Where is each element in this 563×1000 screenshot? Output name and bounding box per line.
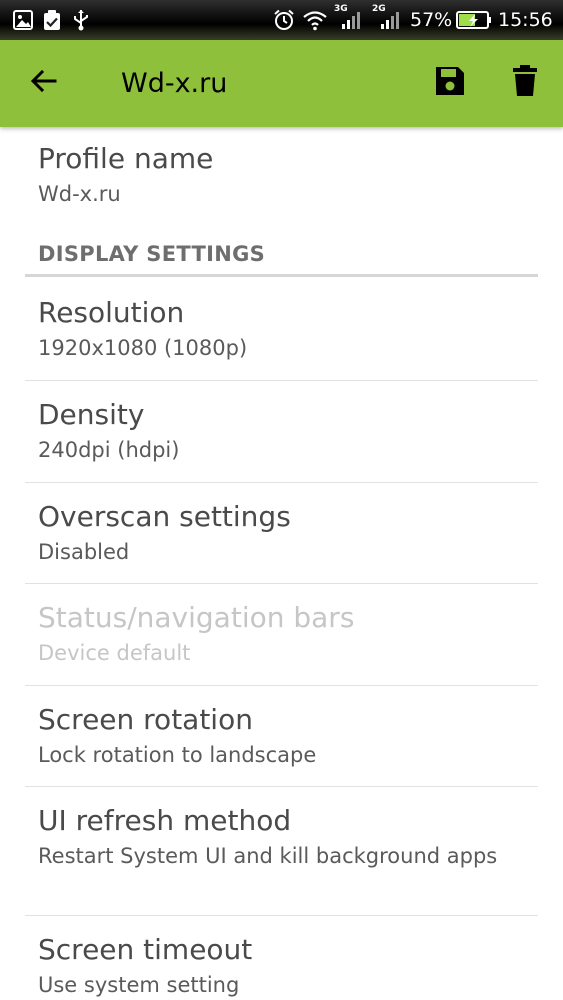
list-divider	[25, 583, 538, 584]
clock: 15:56	[498, 9, 553, 31]
setting-summary: Wd-x.ru	[38, 182, 121, 206]
setting-summary: Device default	[38, 641, 191, 665]
setting-title: Status/navigation bars	[38, 601, 355, 634]
app-toolbar: Wd-x.ru	[0, 40, 563, 127]
save-button[interactable]	[427, 60, 473, 106]
settings-list: Profile name Wd-x.ru DISPLAY SETTINGS Re…	[0, 127, 563, 1000]
screen-rotation-setting[interactable]: Screen rotation Lock rotation to landsca…	[38, 702, 538, 770]
list-divider	[25, 482, 538, 483]
list-divider	[25, 380, 538, 381]
gallery-notification-icon	[12, 9, 34, 31]
ui-refresh-method-setting[interactable]: UI refresh method Restart System UI and …	[38, 803, 538, 871]
signal-strength-sim2-icon	[379, 9, 401, 31]
arrow-left-icon	[29, 66, 59, 100]
category-divider	[25, 274, 538, 277]
setting-summary: 1920x1080 (1080p)	[38, 336, 248, 360]
overscan-setting[interactable]: Overscan settings Disabled	[38, 499, 538, 567]
setting-title: Profile name	[38, 142, 214, 175]
battery-percentage: 57%	[410, 9, 453, 31]
setting-title: Resolution	[38, 296, 185, 329]
setting-summary: Disabled	[38, 540, 130, 564]
status-bar: 3G 2G 57% 15:56	[0, 0, 563, 40]
category-header-display-settings: DISPLAY SETTINGS	[38, 242, 266, 266]
setting-summary: Lock rotation to landscape	[38, 743, 317, 767]
resolution-setting[interactable]: Resolution 1920x1080 (1080p)	[38, 295, 538, 363]
delete-button[interactable]	[502, 60, 548, 106]
battery-charging-icon	[456, 9, 492, 31]
density-setting[interactable]: Density 240dpi (hdpi)	[38, 397, 538, 465]
list-divider	[25, 685, 538, 686]
list-divider	[25, 915, 538, 916]
setting-title: UI refresh method	[38, 804, 292, 837]
status-navigation-bars-setting: Status/navigation bars Device default	[38, 600, 538, 668]
list-divider	[25, 786, 538, 787]
wifi-icon	[302, 9, 328, 31]
alarm-icon	[273, 9, 295, 31]
usb-icon	[70, 9, 92, 31]
setting-title: Screen rotation	[38, 703, 253, 736]
clipboard-check-icon	[41, 9, 63, 31]
setting-title: Overscan settings	[38, 500, 291, 533]
trash-icon	[511, 65, 539, 101]
save-icon	[434, 65, 466, 101]
setting-summary: Restart System UI and kill background ap…	[38, 844, 498, 868]
setting-summary: Use system setting	[38, 973, 240, 997]
screen-timeout-setting[interactable]: Screen timeout Use system setting	[38, 932, 538, 1000]
signal-strength-icon	[340, 9, 362, 31]
setting-summary: 240dpi (hdpi)	[38, 438, 180, 462]
setting-title: Density	[38, 398, 145, 431]
back-button[interactable]	[21, 60, 67, 106]
page-title: Wd-x.ru	[121, 68, 228, 99]
setting-title: Screen timeout	[38, 933, 253, 966]
profile-name-setting[interactable]: Profile name Wd-x.ru	[38, 141, 538, 209]
